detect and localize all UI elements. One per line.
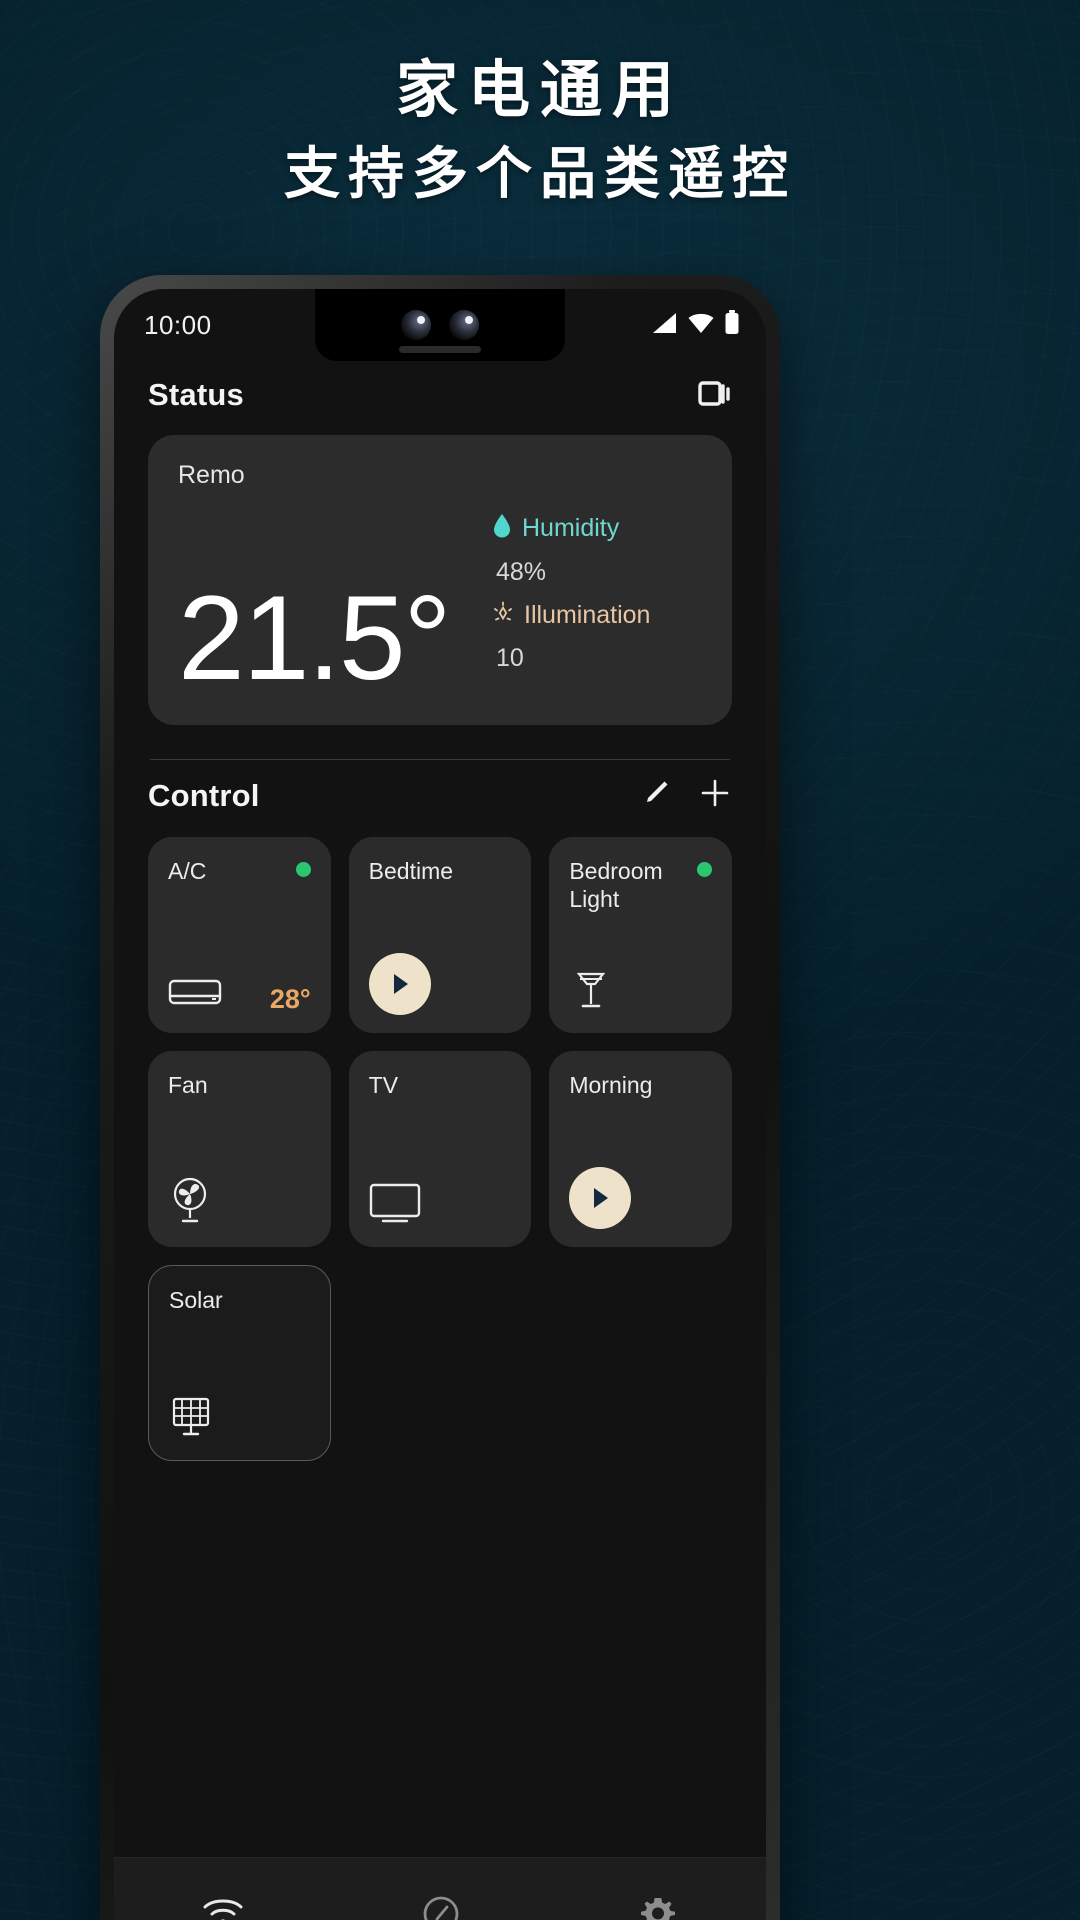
fan-icon: [168, 1176, 212, 1229]
control-section-title: Control: [148, 777, 260, 813]
promo-headline-line2: 支持多个品类遥控: [284, 141, 796, 208]
promo-headline: 家电通用 支持多个品类遥控: [0, 54, 1080, 208]
tile-tv[interactable]: TV: [348, 1051, 532, 1247]
front-camera-left-icon: [401, 310, 431, 340]
tile-label: A/C: [168, 858, 207, 884]
tile-header: Bedtime: [369, 857, 512, 885]
tile-ac[interactable]: A/C 28°: [148, 837, 331, 1033]
tile-header: Bedroom Light: [569, 857, 712, 913]
play-icon[interactable]: [368, 953, 431, 1015]
cards-icon[interactable]: [698, 378, 732, 413]
tile-label: Solar: [169, 1287, 223, 1313]
status-bar-clock: 10:00: [144, 309, 212, 340]
wifi-nav-icon[interactable]: [161, 1885, 285, 1920]
display-notch: [315, 289, 565, 361]
bottom-navigation-bar: [114, 1857, 766, 1920]
tile-value: 28°: [269, 984, 311, 1014]
tile-header: Solar: [169, 1286, 310, 1314]
settings-nav-icon[interactable]: [597, 1883, 719, 1920]
humidity-row: Humidity: [492, 513, 702, 544]
pencil-icon[interactable]: [640, 777, 672, 814]
tile-label: Bedroom Light: [569, 858, 663, 913]
app-content: Status Remo 21.5° Humidity 48% Illuminat…: [114, 361, 766, 1920]
humidity-value: 48%: [496, 558, 547, 586]
status-dot: [295, 862, 311, 877]
tile-fan[interactable]: Fan: [148, 1051, 331, 1247]
tile-footer: [569, 1167, 712, 1229]
status-section-header: Status: [148, 361, 732, 435]
tile-footer: [569, 964, 712, 1015]
status-bar-icons: [650, 310, 740, 340]
status-dot: [697, 862, 712, 877]
temperature-reading: 21.5°: [178, 571, 452, 705]
illumination-row: Illumination: [492, 601, 702, 630]
water-drop-icon: [492, 513, 512, 544]
promo-headline-line1: 家电通用: [395, 53, 684, 126]
control-section-header: Control: [148, 760, 732, 837]
tile-header: Morning: [569, 1071, 712, 1099]
tile-footer: 28°: [168, 976, 311, 1015]
illumination-value: 10: [496, 644, 524, 672]
humidity-label: Humidity: [522, 514, 620, 542]
play-icon[interactable]: [569, 1167, 632, 1229]
control-header-actions: [640, 776, 732, 815]
control-tile-grid: A/C 28° Bedtime Bedroom Light Fan TV Mor…: [148, 837, 732, 1461]
timer-nav-icon[interactable]: [380, 1883, 502, 1920]
phone-device-frame: 10:00 Status Remo 21.5° Humidity 48% Ill…: [100, 275, 780, 1920]
earpiece-speaker: [399, 346, 481, 353]
battery-icon: [724, 310, 740, 340]
status-section-title: Status: [148, 377, 244, 412]
illumination-label: Illumination: [524, 601, 651, 629]
tile-label: Bedtime: [368, 858, 454, 884]
plus-icon[interactable]: [698, 776, 732, 815]
tile-bedroom-light[interactable]: Bedroom Light: [549, 837, 732, 1033]
secondary-readings: Humidity 48% Illumination 10: [492, 513, 702, 695]
sensor-card[interactable]: Remo 21.5° Humidity 48% Illumination 10: [148, 435, 732, 725]
brightness-icon: [492, 601, 514, 630]
tile-label: Fan: [168, 1072, 208, 1098]
tile-footer: [368, 953, 512, 1015]
tile-header: A/C: [168, 857, 311, 885]
tile-solar[interactable]: Solar: [148, 1265, 331, 1461]
tile-footer: [168, 1176, 311, 1229]
tile-bedtime[interactable]: Bedtime: [348, 837, 532, 1033]
tv-icon: [369, 1182, 421, 1229]
tile-label: TV: [368, 1072, 399, 1098]
air-conditioner-icon: [168, 976, 222, 1015]
tile-header: TV: [369, 1071, 512, 1099]
tile-label: Morning: [569, 1072, 653, 1098]
tile-footer: [369, 1182, 512, 1229]
front-camera-right-icon: [449, 310, 479, 340]
solar-panel-icon: [169, 1393, 213, 1442]
phone-screen: 10:00 Status Remo 21.5° Humidity 48% Ill…: [114, 289, 766, 1920]
tile-footer: [169, 1393, 310, 1442]
sensor-readings: 21.5° Humidity 48% Illumination 10: [178, 490, 702, 705]
tile-header: Fan: [168, 1071, 311, 1099]
tile-morning[interactable]: Morning: [549, 1051, 732, 1247]
wifi-icon: [687, 311, 715, 340]
floor-lamp-icon: [569, 964, 613, 1015]
sensor-device-name: Remo: [178, 461, 245, 489]
signal-icon: [650, 311, 678, 340]
